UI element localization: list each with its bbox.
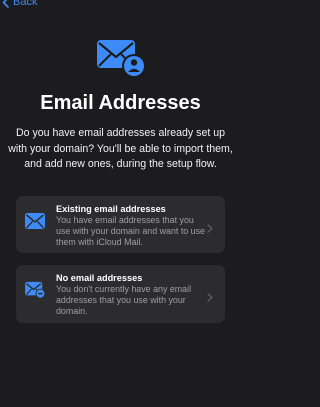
back-button[interactable]: Back [2,0,37,8]
page-title: Email Addresses [40,92,201,114]
page-description: Do you have email addresses already set … [8,127,233,170]
envelope-person-icon [96,40,146,78]
chevron-right-icon [207,293,213,302]
envelope-icon [25,213,45,229]
hero-icon-container [0,38,241,80]
no-email-option[interactable]: No email addresses You don't currently h… [16,265,225,323]
envelope-minus-icon [25,281,46,299]
back-label: Back [13,0,38,8]
option-title: Existing email addresses [56,204,166,214]
chevron-left-icon [2,0,9,8]
chevron-right-icon [207,224,213,233]
option-title: No email addresses [56,273,143,283]
option-description: You have email addresses that you use wi… [56,215,205,247]
existing-email-option[interactable]: Existing email addresses You have email … [16,196,225,253]
option-description: You don't currently have any email addre… [56,284,192,316]
